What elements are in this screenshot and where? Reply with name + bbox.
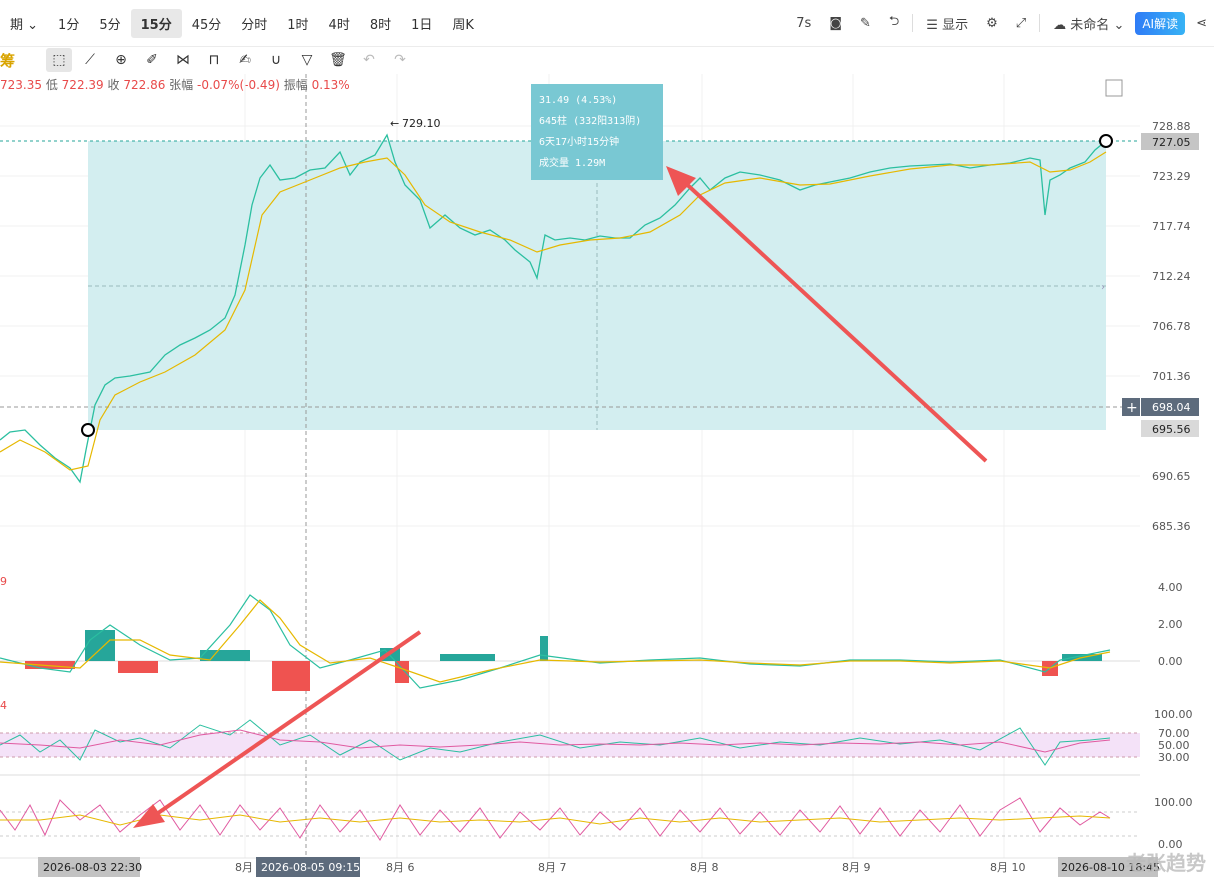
kdj-axis: 100.00 0.00 xyxy=(1154,796,1193,851)
expand-icon[interactable] xyxy=(1105,79,1123,97)
peak-label: 729.10 xyxy=(402,117,441,130)
svg-text:8月 7: 8月 7 xyxy=(538,861,567,874)
svg-text:8月 6: 8月 6 xyxy=(386,861,415,874)
macd-label: 9 xyxy=(0,575,7,588)
svg-text:706.78: 706.78 xyxy=(1152,320,1191,333)
svg-text:30.00: 30.00 xyxy=(1158,751,1190,764)
measure-info-box: 31.49 (4.53%) 645柱 (332阳313阴) 6天17小时15分钟… xyxy=(531,84,663,180)
measure-duration: 6天17小时15分钟 xyxy=(539,137,620,148)
svg-text:712.24: 712.24 xyxy=(1152,270,1191,283)
svg-text:8月 9: 8月 9 xyxy=(842,861,871,874)
svg-text:8月 10: 8月 10 xyxy=(990,861,1026,874)
svg-text:690.65: 690.65 xyxy=(1152,470,1191,483)
rsi-axis: 100.00 70.00 50.00 30.00 xyxy=(1154,708,1193,764)
peak-arrow: ← xyxy=(390,117,399,130)
svg-text:8月: 8月 xyxy=(235,861,253,874)
rsi-label: 4 xyxy=(0,699,7,712)
svg-text:0.00: 0.00 xyxy=(1158,655,1183,668)
svg-text:4.00: 4.00 xyxy=(1158,581,1183,594)
svg-text:701.36: 701.36 xyxy=(1152,370,1191,383)
price-axis: 728.88 723.29 717.74 712.24 706.78 701.3… xyxy=(1152,120,1191,533)
low-price-text: 695.56 xyxy=(1152,423,1191,436)
svg-text:717.74: 717.74 xyxy=(1152,220,1191,233)
svg-text:2.00: 2.00 xyxy=(1158,618,1183,631)
watermark: 老张趋势 xyxy=(1126,851,1206,875)
svg-text:100.00: 100.00 xyxy=(1154,796,1193,809)
svg-text:100.00: 100.00 xyxy=(1154,708,1193,721)
macd-dea-line xyxy=(0,599,1111,683)
measure-arrow: › xyxy=(1101,282,1105,293)
svg-text:685.36: 685.36 xyxy=(1152,520,1191,533)
macd-dif-line xyxy=(0,594,1111,689)
current-price-text: 727.05 xyxy=(1152,136,1191,149)
measure-end-handle[interactable] xyxy=(1099,134,1113,148)
cursor-time-text: 2026-08-05 09:15 xyxy=(261,861,360,874)
measure-volume: 成交量 1.29M xyxy=(539,158,606,169)
measure-start-handle[interactable] xyxy=(81,423,95,437)
measure-change: 31.49 (4.53%) xyxy=(539,95,618,106)
kdj-d-line xyxy=(0,814,1111,826)
start-time-text: 2026-08-03 22:30 xyxy=(43,861,142,874)
svg-text:723.29: 723.29 xyxy=(1152,170,1191,183)
svg-text:8月 8: 8月 8 xyxy=(690,861,719,874)
plus-icon: + xyxy=(1126,400,1138,416)
measure-bars: 645柱 (332阳313阴) xyxy=(539,116,642,127)
svg-text:728.88: 728.88 xyxy=(1152,120,1191,133)
cursor-price-text: 698.04 xyxy=(1152,401,1191,414)
macd-axis: 4.00 2.00 0.00 xyxy=(1158,581,1183,668)
